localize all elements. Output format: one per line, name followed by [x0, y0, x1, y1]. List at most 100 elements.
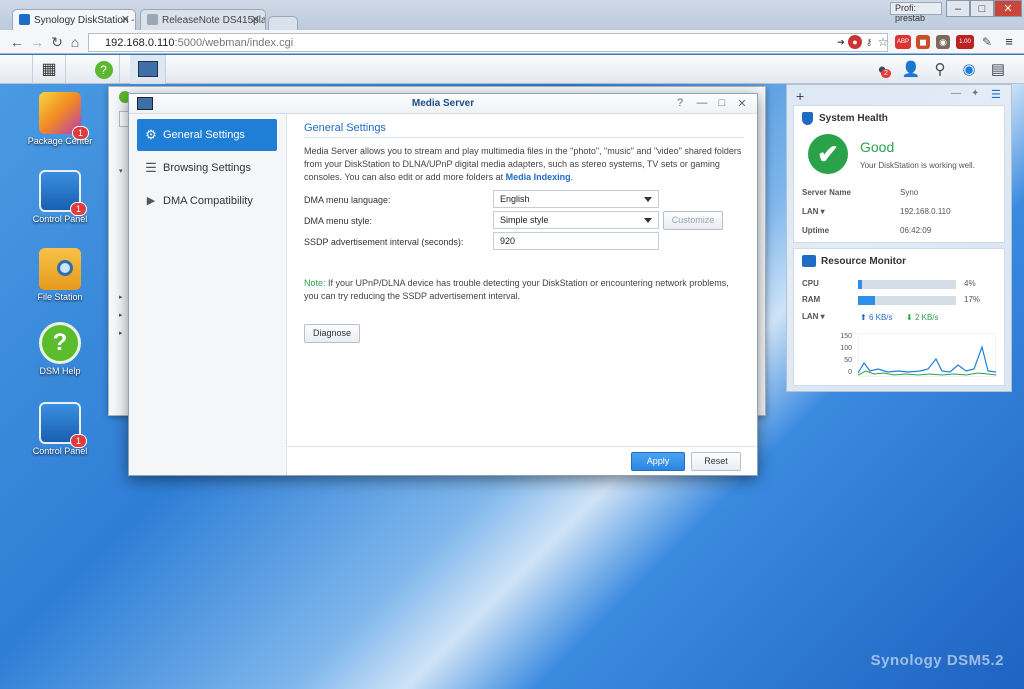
browser-tab-releasenote[interactable]: ReleaseNote DS415play - ✕: [140, 9, 266, 31]
back-icon[interactable]: ←: [8, 34, 26, 50]
close-tab-icon[interactable]: ✕: [121, 13, 130, 26]
reset-button[interactable]: Reset: [691, 452, 741, 471]
block-icon[interactable]: ●: [848, 35, 862, 49]
help-icon[interactable]: ?: [673, 97, 687, 109]
note-text: Note: If your UPnP/DLNA device has troub…: [304, 277, 744, 303]
window-title: Media Server: [411, 98, 475, 109]
list-icon: ☰: [145, 160, 157, 175]
lan-download: ⬇ 2 KB/s: [906, 313, 939, 322]
resource-monitor-widget: Resource Monitor CPU 4% RAM 17% LAN ▾ ⬆ …: [793, 248, 1005, 386]
select-value: Simple style: [500, 215, 549, 225]
icon-label: Control Panel: [32, 446, 88, 456]
media-server-window: Media Server ? — □ ✕ ⚙ General Settings ☰…: [128, 93, 758, 476]
minimize-window-icon[interactable]: –: [946, 0, 970, 17]
icon-badge: 1: [69, 202, 87, 216]
apply-button[interactable]: Apply: [631, 452, 685, 471]
sidebar-item-general-settings[interactable]: ⚙ General Settings: [137, 119, 277, 151]
media-indexing-link[interactable]: Media Indexing: [506, 172, 571, 182]
ram-label: RAM: [802, 295, 821, 304]
settings-content: General Settings Media Server allows you…: [299, 114, 747, 444]
search-icon[interactable]: ⚲: [930, 61, 950, 79]
uptime-label: Uptime: [802, 226, 830, 235]
control-panel-icon: 1: [39, 402, 87, 448]
minimize-panel-icon[interactable]: —: [951, 88, 961, 99]
health-message: Your DiskStation is working well.: [860, 161, 975, 170]
desktop-icon-file-station[interactable]: File Station: [24, 248, 96, 302]
tree-toggle-icon[interactable]: ▸: [119, 329, 123, 337]
ssdp-interval-input[interactable]: 920: [493, 232, 659, 250]
sidebar-item-label: Browsing Settings: [163, 162, 252, 174]
new-tab-button[interactable]: [268, 16, 298, 30]
forward-icon[interactable]: →: [28, 34, 46, 50]
synology-watermark: Synology DSM5.2: [870, 652, 1004, 669]
package-center-icon: 1: [39, 92, 89, 140]
diagnose-button[interactable]: Diagnose: [304, 324, 360, 343]
sidebar-item-dma-compatibility[interactable]: ▶ DMA Compatibility: [137, 185, 277, 217]
pin-icon[interactable]: ➔: [834, 35, 848, 49]
tree-toggle-icon[interactable]: ▾: [119, 167, 123, 175]
widgets-icon[interactable]: ▤: [988, 61, 1008, 79]
select-value: English: [500, 194, 530, 204]
dma-style-select[interactable]: Simple style: [493, 211, 659, 229]
url-path: :5000/webman/index.cgi: [174, 37, 294, 49]
customize-button[interactable]: Customize: [663, 211, 723, 230]
icon-badge: 1: [71, 126, 89, 140]
pin-panel-icon[interactable]: ✦: [971, 88, 979, 99]
tree-toggle-icon[interactable]: ▸: [119, 293, 123, 301]
user-icon[interactable]: 👤: [901, 61, 921, 79]
dsm-help-taskbar-icon[interactable]: ?: [88, 55, 120, 84]
desktop-icon-control-panel-2[interactable]: 1 Control Panel: [24, 402, 96, 456]
widget-title: System Health: [819, 113, 888, 124]
control-panel-icon: 1: [39, 170, 87, 216]
file-station-icon: [39, 248, 81, 290]
sidebar-item-browsing-settings[interactable]: ☰ Browsing Settings: [137, 152, 277, 184]
maximize-window-icon[interactable]: □: [970, 0, 994, 17]
close-window-icon[interactable]: ✕: [994, 0, 1022, 17]
lan-value: 192.168.0.110: [900, 207, 951, 216]
page-favicon-icon: [147, 14, 158, 25]
dsm-taskbar: ▦ ? ●2 👤 ⚲ ◉ ▤: [0, 55, 1024, 84]
window-titlebar[interactable]: Media Server ? — □ ✕: [129, 94, 757, 114]
panel-settings-icon[interactable]: ☰: [991, 88, 1001, 101]
menu-icon[interactable]: ≡: [1002, 35, 1016, 49]
price-extension-icon[interactable]: 1.00: [956, 35, 974, 49]
lan-selector[interactable]: LAN ▾: [802, 312, 825, 321]
tree-toggle-icon[interactable]: ▸: [119, 311, 123, 319]
close-tab-icon[interactable]: ✕: [251, 13, 260, 26]
desktop-icon-control-panel[interactable]: 1 Control Panel: [24, 170, 96, 224]
minimize-icon[interactable]: —: [695, 97, 709, 109]
desktop-icon-dsm-help[interactable]: ? DSM Help: [24, 322, 96, 376]
settings-sidebar: ⚙ General Settings ☰ Browsing Settings ▶ DM…: [129, 114, 287, 475]
home-icon[interactable]: ⌂: [66, 34, 84, 50]
graph-tick: 0: [848, 369, 852, 376]
notification-badge: 2: [881, 69, 891, 78]
key-icon[interactable]: ⚷: [862, 35, 876, 49]
health-status: Good: [860, 139, 895, 155]
extension-icon[interactable]: ◼: [916, 35, 930, 49]
cpu-value: 4%: [964, 279, 976, 288]
instagram-icon[interactable]: ◉: [936, 35, 950, 49]
main-menu-icon[interactable]: ▦: [32, 55, 66, 84]
star-icon[interactable]: ☆: [876, 35, 890, 49]
notification-icon[interactable]: ●2: [872, 61, 892, 79]
ssdp-interval-label: SSDP advertisement interval (seconds):: [304, 237, 464, 247]
adblock-icon[interactable]: ABP: [895, 35, 911, 49]
widget-panel: + — ✦ ☰ System Health ✔ Good Your DiskSt…: [786, 84, 1012, 392]
media-server-taskbar-icon[interactable]: [130, 55, 166, 84]
extension-puzzle-icon[interactable]: ✎: [980, 35, 994, 49]
close-icon[interactable]: ✕: [735, 97, 749, 110]
desktop-icon-package-center[interactable]: 1 Package Center: [24, 92, 96, 146]
cpu-label: CPU: [802, 279, 819, 288]
lan-label[interactable]: LAN ▾: [802, 207, 825, 216]
browser-tab-dsm[interactable]: Synology DiskStation - Sy ✕: [12, 9, 136, 31]
url-bar[interactable]: 192.168.0.110:5000/webman/index.cgi: [88, 33, 888, 52]
reload-icon[interactable]: ↻: [48, 34, 66, 50]
dma-language-select[interactable]: English: [493, 190, 659, 208]
pilot-view-icon[interactable]: ◉: [959, 61, 979, 79]
url-host: 192.168.0.110: [105, 37, 175, 49]
chevron-down-icon: [644, 218, 652, 223]
footer-divider: [287, 446, 757, 447]
add-widget-icon[interactable]: +: [796, 88, 804, 104]
maximize-icon[interactable]: □: [715, 97, 729, 109]
profile-button[interactable]: Profi: prestab: [890, 2, 942, 23]
